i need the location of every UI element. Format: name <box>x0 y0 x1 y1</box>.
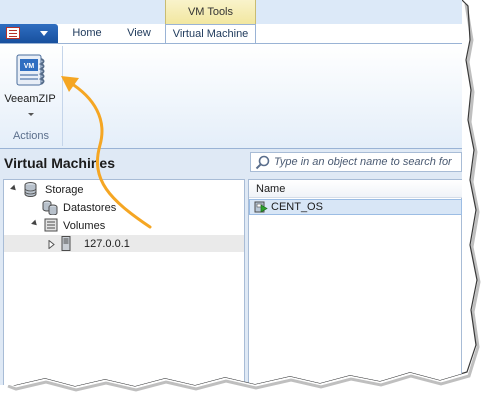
tab-view[interactable]: View <box>122 24 156 43</box>
tree-item-host[interactable]: 127.0.0.1 <box>84 238 130 250</box>
tab-home[interactable]: Home <box>66 24 108 43</box>
svg-text:VM: VM <box>24 63 35 70</box>
ribbon-group-label: Actions <box>12 130 50 142</box>
veeamzip-button-label[interactable]: VeeamZIP <box>4 93 56 105</box>
search-icon[interactable] <box>255 155 271 170</box>
menu-icon <box>6 27 20 39</box>
search-input[interactable] <box>274 152 460 172</box>
chevron-down-icon[interactable] <box>28 113 34 116</box>
app-menu-button[interactable] <box>0 24 58 43</box>
column-header-name[interactable]: Name <box>256 183 285 195</box>
veeamzip-icon[interactable]: VM <box>10 53 50 91</box>
database-icon <box>24 182 37 197</box>
vm-running-icon <box>254 200 268 214</box>
callout-arrow <box>55 70 165 235</box>
expand-arrow-icon[interactable] <box>48 240 55 249</box>
screenshot-area: VM Tools Home View Virtual Machine VM Ve… <box>0 0 487 395</box>
context-tab-group-label: VM Tools <box>165 0 256 24</box>
server-icon <box>61 236 71 251</box>
tab-virtual-machine[interactable]: Virtual Machine <box>165 24 256 44</box>
chevron-down-icon <box>40 31 48 36</box>
vm-name-cell[interactable]: CENT_OS <box>271 201 323 213</box>
